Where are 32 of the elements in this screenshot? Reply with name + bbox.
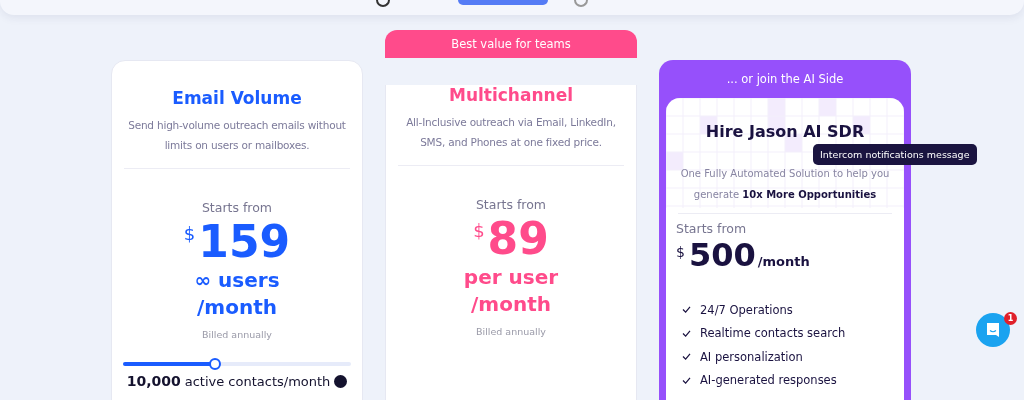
plan-description: Send high-volume outreach emails without limits on users or mailboxes. [127, 118, 347, 153]
starts-label: Starts from [474, 197, 548, 212]
plan-banner: Best value for teams [385, 30, 637, 58]
price-unit: /month [757, 254, 810, 269]
plan-title: Email Volume [171, 88, 303, 108]
banner-title: ... or join the AI Side [726, 72, 844, 86]
feature-text: AI-generated responses [700, 373, 837, 388]
contacts-amount: 10,000 [126, 373, 181, 389]
price-amount: 159 [198, 217, 291, 267]
price-amount: 500 [688, 236, 756, 274]
price-unit: per user [462, 264, 560, 291]
currency-sign: $ [473, 220, 485, 241]
price-unit: ∞ users [193, 267, 281, 294]
notification-badge: 1 [1004, 312, 1017, 325]
starts-label: Starts from [200, 200, 274, 215]
feature-text: 24/7 Operations [700, 302, 793, 317]
plan-title: Multichannel [448, 85, 574, 105]
plan-description: All-Inclusive outreach via Email, LinkedIn, SMS, and Phones at one fixed price. [405, 115, 617, 150]
starts-label: Starts from [676, 221, 748, 236]
price-unit: /month [196, 294, 278, 321]
feature-text: Realtime contacts search [700, 326, 846, 341]
tooltip: Intercom notifications message [813, 144, 977, 165]
plan-title: Hire Jason AI SDR [704, 122, 866, 141]
price-unit: /month [470, 291, 552, 318]
price-amount: 89 [487, 214, 549, 264]
billing-note: Billed annually [201, 329, 273, 340]
contacts-label: active contacts/month [184, 374, 331, 389]
feature-text: AI personalization [700, 349, 803, 364]
billing-note: Billed annually [475, 326, 547, 337]
plan-description: One Fully Automated Solution to help you generate 10x More Opportunities [679, 167, 891, 202]
currency-sign: $ [676, 244, 685, 260]
currency-sign: $ [183, 223, 196, 244]
